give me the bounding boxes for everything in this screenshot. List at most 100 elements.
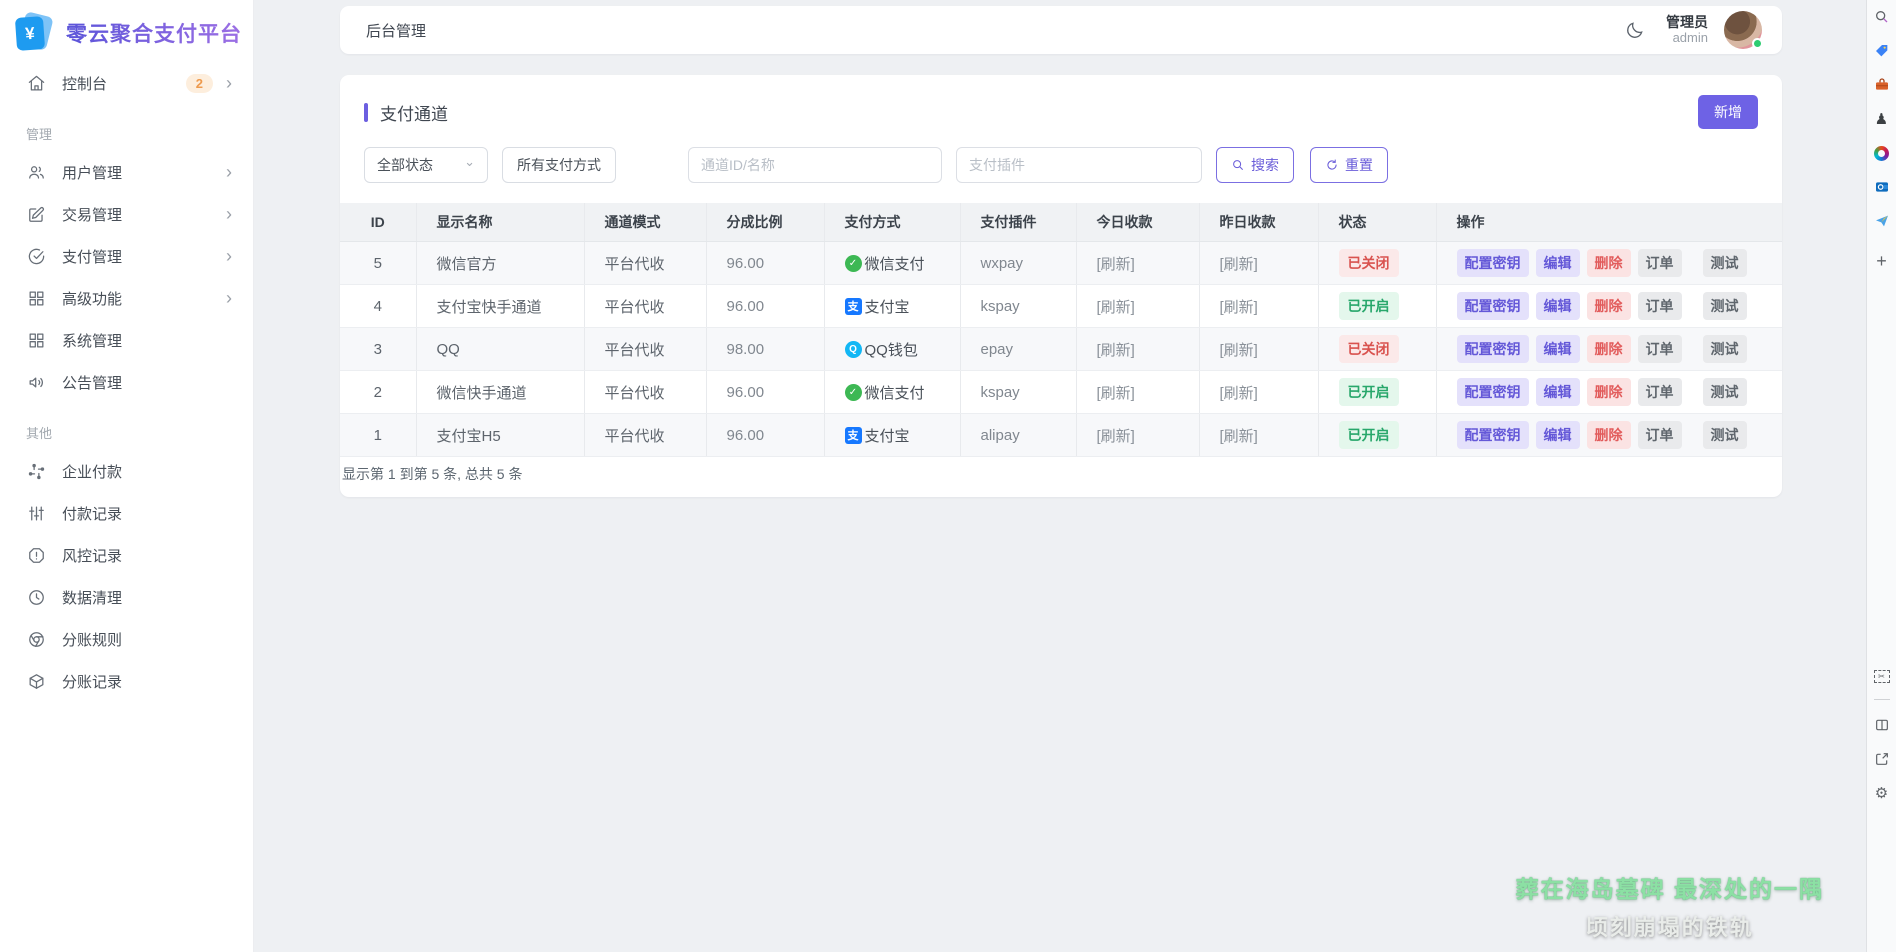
cell-ratio: 96.00: [706, 414, 824, 457]
sidebar-item-risk-records[interactable]: 风控记录: [0, 534, 253, 576]
sidebar-item-label: 付款记录: [62, 503, 235, 524]
test-button[interactable]: 测试: [1703, 378, 1747, 406]
cell-name: 微信快手通道: [416, 371, 584, 414]
sidebar-item-split-rules[interactable]: 分账规则: [0, 618, 253, 660]
col-split-ratio: 分成比例: [706, 203, 824, 242]
sidebar-item-system-management[interactable]: 系统管理: [0, 319, 253, 361]
refresh-today-link[interactable]: [刷新]: [1097, 385, 1135, 402]
add-button[interactable]: 新增: [1698, 95, 1758, 129]
refresh-today-link[interactable]: [刷新]: [1097, 299, 1135, 316]
sidebar-item-user-management[interactable]: 用户管理: [0, 151, 253, 193]
refresh-today-link[interactable]: [刷新]: [1097, 428, 1135, 445]
configure-key-button[interactable]: 配置密钥: [1457, 292, 1529, 320]
status-filter-value: 全部状态: [377, 155, 433, 175]
chevron-right-icon: [223, 247, 235, 265]
configure-key-button[interactable]: 配置密钥: [1457, 378, 1529, 406]
sidebar: ¥ 零云聚合支付平台 控制台 2 管理 用户管理 交易管理: [0, 0, 254, 952]
refresh-yesterday-link[interactable]: [刷新]: [1220, 428, 1258, 445]
open-external-icon[interactable]: [1873, 750, 1891, 768]
status-badge: 已开启: [1339, 292, 1399, 320]
m365-icon[interactable]: [1873, 144, 1891, 162]
cell-plugin: epay: [960, 328, 1076, 371]
sidebar-item-console[interactable]: 控制台 2: [0, 62, 253, 104]
sliders-icon: [26, 503, 46, 523]
orders-button[interactable]: 订单: [1638, 378, 1682, 406]
sidebar-item-announcement-management[interactable]: 公告管理: [0, 361, 253, 403]
sidebar-item-transaction-management[interactable]: 交易管理: [0, 193, 253, 235]
toolbox-icon[interactable]: [1873, 76, 1891, 94]
sidebar-item-split-records[interactable]: 分账记录: [0, 660, 253, 702]
refresh-yesterday-link[interactable]: [刷新]: [1220, 342, 1258, 359]
refresh-today-link[interactable]: [刷新]: [1097, 342, 1135, 359]
outlook-icon[interactable]: [1873, 178, 1891, 196]
delete-button[interactable]: 删除: [1587, 421, 1631, 449]
sidebar-item-advanced-features[interactable]: 高级功能: [0, 277, 253, 319]
method-filter-select[interactable]: 所有支付方式: [502, 147, 616, 183]
configure-key-button[interactable]: 配置密钥: [1457, 421, 1529, 449]
cell-plugin: kspay: [960, 285, 1076, 328]
avatar[interactable]: [1724, 11, 1762, 49]
snip-icon[interactable]: ✂: [1874, 670, 1890, 683]
cell-name: 支付宝快手通道: [416, 285, 584, 328]
sidebar-item-data-cleanup[interactable]: 数据清理: [0, 576, 253, 618]
sidebar-item-payment-management[interactable]: 支付管理: [0, 235, 253, 277]
delete-button[interactable]: 删除: [1587, 249, 1631, 277]
test-button[interactable]: 测试: [1703, 292, 1747, 320]
delete-button[interactable]: 删除: [1587, 378, 1631, 406]
col-today-income: 今日收款: [1076, 203, 1199, 242]
edit-button[interactable]: 编辑: [1536, 421, 1580, 449]
status-filter-select[interactable]: 全部状态: [364, 147, 488, 183]
search-button[interactable]: 搜索: [1216, 147, 1294, 183]
cell-id: 4: [340, 285, 416, 328]
test-button[interactable]: 测试: [1703, 249, 1747, 277]
table-row: 5 微信官方 平台代收 96.00 微信支付 wxpay [刷新] [刷新] 已…: [340, 242, 1782, 285]
filter-bar: 全部状态 所有支付方式 搜索 重置: [364, 147, 1758, 183]
refresh-yesterday-link[interactable]: [刷新]: [1220, 299, 1258, 316]
chess-icon[interactable]: ♟: [1873, 110, 1891, 128]
strip-divider: [1874, 699, 1890, 700]
test-button[interactable]: 测试: [1703, 335, 1747, 363]
test-button[interactable]: 测试: [1703, 421, 1747, 449]
orders-button[interactable]: 订单: [1638, 421, 1682, 449]
settings-icon[interactable]: ⚙: [1873, 784, 1891, 802]
refresh-today-link[interactable]: [刷新]: [1097, 256, 1135, 273]
add-icon[interactable]: +: [1873, 252, 1891, 270]
chevron-right-icon: [223, 163, 235, 181]
reset-button[interactable]: 重置: [1310, 147, 1388, 183]
sidebar-item-enterprise-payment[interactable]: 企业付款: [0, 450, 253, 492]
split-view-icon[interactable]: [1873, 716, 1891, 734]
cell-id: 5: [340, 242, 416, 285]
orders-button[interactable]: 订单: [1638, 335, 1682, 363]
sidebar-item-payment-records[interactable]: 付款记录: [0, 492, 253, 534]
orders-button[interactable]: 订单: [1638, 249, 1682, 277]
sidebar-item-label: 交易管理: [62, 204, 223, 225]
orders-button[interactable]: 订单: [1638, 292, 1682, 320]
delete-button[interactable]: 删除: [1587, 292, 1631, 320]
send-icon[interactable]: [1873, 212, 1891, 230]
delete-button[interactable]: 删除: [1587, 335, 1631, 363]
channel-id-input[interactable]: [688, 147, 942, 183]
configure-key-button[interactable]: 配置密钥: [1457, 335, 1529, 363]
cell-mode: 平台代收: [584, 328, 706, 371]
sidebar-item-label: 企业付款: [62, 461, 235, 482]
refresh-yesterday-link[interactable]: [刷新]: [1220, 385, 1258, 402]
alert-octagon-icon: [26, 545, 46, 565]
search-icon[interactable]: [1873, 8, 1891, 26]
edit-button[interactable]: 编辑: [1536, 378, 1580, 406]
user-role: admin: [1666, 31, 1708, 46]
col-payment-method: 支付方式: [824, 203, 960, 242]
edit-button[interactable]: 编辑: [1536, 335, 1580, 363]
configure-key-button[interactable]: 配置密钥: [1457, 249, 1529, 277]
refresh-icon: [1325, 158, 1339, 172]
edit-button[interactable]: 编辑: [1536, 249, 1580, 277]
cell-plugin: alipay: [960, 414, 1076, 457]
col-yesterday-income: 昨日收款: [1199, 203, 1318, 242]
cell-mode: 平台代收: [584, 242, 706, 285]
edit-button[interactable]: 编辑: [1536, 292, 1580, 320]
dark-mode-toggle[interactable]: [1620, 15, 1650, 45]
sidebar-section-management: 管理: [0, 104, 253, 151]
refresh-yesterday-link[interactable]: [刷新]: [1220, 256, 1258, 273]
user-info[interactable]: 管理员 admin: [1666, 14, 1708, 45]
plugin-input[interactable]: [956, 147, 1202, 183]
tag-icon[interactable]: [1873, 42, 1891, 60]
